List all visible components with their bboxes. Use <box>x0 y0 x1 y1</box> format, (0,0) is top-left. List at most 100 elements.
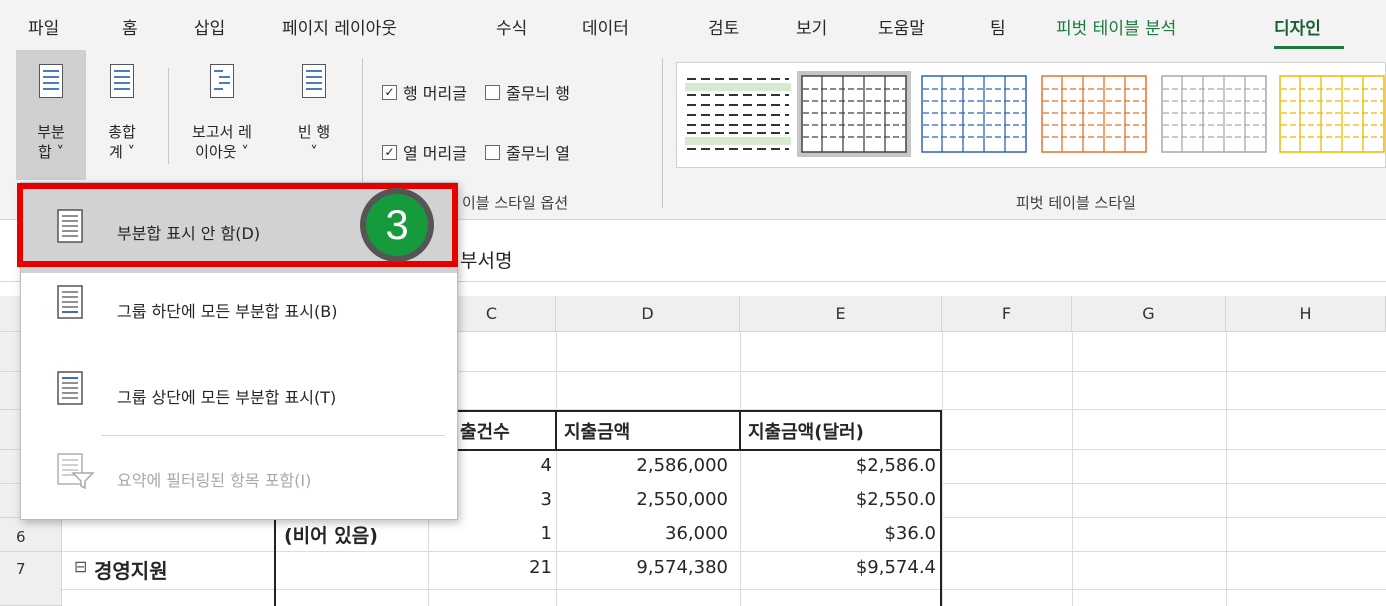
report-layout-button[interactable]: 보고서 레이아웃 ˅ <box>176 50 268 180</box>
pivot-styles-group-label: 피벗 테이블 스타일 <box>1016 194 1136 212</box>
header-amount-usd[interactable]: 지출금액(달러) <box>748 418 864 444</box>
col-headers-checkbox[interactable]: ✓ <box>382 144 397 160</box>
column-header-g[interactable]: G <box>1072 296 1226 332</box>
banded-rows-checkbox[interactable] <box>484 84 500 100</box>
report-layout-icon <box>210 64 234 98</box>
style-swatch-light-silver[interactable] <box>1157 71 1271 157</box>
report-layout-label-2: 이아웃 ˅ <box>195 143 249 161</box>
pivot-border <box>940 410 942 606</box>
subtotals-label-2: 합 ˅ <box>37 143 65 161</box>
subtotals-label-1: 부분 <box>37 123 65 141</box>
gridline <box>1072 332 1073 606</box>
subtotals-top-icon <box>57 371 83 405</box>
subtotals-bottom-icon <box>57 285 83 319</box>
tab-team[interactable]: 팀 <box>990 14 1006 39</box>
column-header-f[interactable]: F <box>942 296 1072 332</box>
row-headers-checkbox[interactable]: ✓ <box>382 84 397 100</box>
gridline <box>1226 332 1227 606</box>
column-header-e[interactable]: E <box>740 296 942 332</box>
tab-review[interactable]: 검토 <box>708 14 739 39</box>
grand-totals-button[interactable]: 총합계 ˅ <box>96 50 148 180</box>
row-header-6[interactable]: 6 <box>0 518 62 552</box>
grand-totals-label-1: 총합 <box>108 123 136 141</box>
cell-amount[interactable]: 2,550,000 <box>560 489 728 510</box>
gridline <box>942 517 1386 518</box>
subtotals-button[interactable]: 부분합 ˅ <box>16 50 86 180</box>
cell-amount[interactable]: 9,574,380 <box>560 557 728 578</box>
gridline <box>62 589 1386 590</box>
cell-empty-label[interactable]: (비어 있음) <box>284 521 378 548</box>
banded-rows-label[interactable]: 줄무늬 행 <box>506 80 570 104</box>
style-swatch-light-gold[interactable] <box>1275 71 1386 157</box>
gridline <box>62 551 1386 552</box>
column-header-d[interactable]: D <box>556 296 740 332</box>
tab-file[interactable]: 파일 <box>28 14 59 39</box>
tab-page-layout[interactable]: 페이지 레이아웃 <box>282 14 397 39</box>
gridline <box>556 332 557 606</box>
tab-view[interactable]: 보기 <box>796 14 827 39</box>
blank-rows-label-2: ˅ <box>310 143 318 161</box>
tab-help[interactable]: 도움말 <box>878 14 925 39</box>
tab-design[interactable]: 디자인 <box>1274 14 1321 39</box>
pivot-border <box>555 410 557 450</box>
checkbox-row-1: ✓ 행 머리글 줄무늬 행 <box>382 80 570 104</box>
cell-count[interactable]: 1 <box>430 523 552 544</box>
pivot-styles-gallery <box>676 62 1386 168</box>
tab-data[interactable]: 데이터 <box>582 14 629 39</box>
cell-amount[interactable]: 2,586,000 <box>560 455 728 476</box>
grand-totals-icon <box>110 64 134 98</box>
grand-totals-label-2: 계 ˅ <box>108 143 136 161</box>
style-swatch-light-green[interactable] <box>681 71 795 157</box>
menu-item-label: 그룹 상단에 모든 부분합 표시(T) <box>117 388 337 407</box>
gridline <box>942 449 1386 450</box>
tab-home[interactable]: 홈 <box>122 14 138 39</box>
checkbox-row-2: ✓ 열 머리글 줄무늬 열 <box>382 140 570 164</box>
collapse-icon[interactable]: ⊟ <box>74 557 87 576</box>
gridline <box>942 483 1386 484</box>
filter-subtotal-icon <box>57 453 95 489</box>
cell-amount-usd[interactable]: $2,586.0 <box>744 455 936 476</box>
banded-cols-checkbox[interactable] <box>484 144 500 160</box>
header-amount[interactable]: 지출금액 <box>564 418 630 444</box>
header-count[interactable]: 출건수 <box>460 418 510 444</box>
formula-bar-value[interactable]: 부서명 <box>460 246 512 273</box>
style-swatch-light-blue[interactable] <box>917 71 1031 157</box>
menu-item-label: 요약에 필터링된 항목 포함(I) <box>117 471 312 490</box>
row-header-7[interactable]: 7 <box>0 552 62 606</box>
cell-dept-name[interactable]: 경영지원 <box>94 555 168 584</box>
col-headers-label[interactable]: 열 머리글 <box>403 140 467 164</box>
pivot-border <box>739 410 741 450</box>
ribbon-tab-bar: 파일 홈 삽입 페이지 레이아웃 수식 데이터 검토 보기 도움말 팀 피벗 테… <box>0 0 1386 50</box>
ribbon-divider <box>662 58 663 208</box>
cell-count[interactable]: 21 <box>430 557 552 578</box>
style-swatch-light-gray-selected[interactable] <box>797 71 911 157</box>
gridline <box>942 332 943 606</box>
blank-rows-label-1: 빈 행 <box>297 123 331 141</box>
tab-pivot-analyze[interactable]: 피벗 테이블 분석 <box>1056 14 1176 39</box>
menu-item-include-filtered: 요약에 필터링된 항목 포함(I) <box>21 437 457 523</box>
ribbon-divider <box>168 68 169 164</box>
blank-rows-button[interactable]: 빈 행 ˅ <box>282 50 346 180</box>
report-layout-label-1: 보고서 레 <box>192 123 252 141</box>
blank-rows-icon <box>302 64 326 98</box>
cell-amount-usd[interactable]: $9,574.4 <box>744 557 936 578</box>
step-badge: 3 <box>360 188 434 262</box>
style-options-group-label: 이블 스타일 옵션 <box>462 194 569 212</box>
banded-cols-label[interactable]: 줄무늬 열 <box>506 140 570 164</box>
cell-amount-usd[interactable]: $36.0 <box>744 523 936 544</box>
gridline <box>740 332 741 606</box>
tab-formulas[interactable]: 수식 <box>496 14 527 39</box>
menu-item-subtotals-top[interactable]: 그룹 상단에 모든 부분합 표시(T) <box>21 349 457 435</box>
style-swatch-light-orange[interactable] <box>1037 71 1151 157</box>
subtotals-icon <box>39 64 63 98</box>
column-header-h[interactable]: H <box>1226 296 1386 332</box>
menu-separator <box>101 435 445 436</box>
row-headers-label[interactable]: 행 머리글 <box>403 80 467 104</box>
menu-item-subtotals-bottom[interactable]: 그룹 하단에 모든 부분합 표시(B) <box>21 269 457 355</box>
tab-insert[interactable]: 삽입 <box>194 14 225 39</box>
cell-amount[interactable]: 36,000 <box>560 523 728 544</box>
step-number: 3 <box>366 194 428 256</box>
cell-amount-usd[interactable]: $2,550.0 <box>744 489 936 510</box>
active-tab-underline <box>1274 46 1344 49</box>
menu-item-label: 그룹 하단에 모든 부분합 표시(B) <box>117 302 338 321</box>
